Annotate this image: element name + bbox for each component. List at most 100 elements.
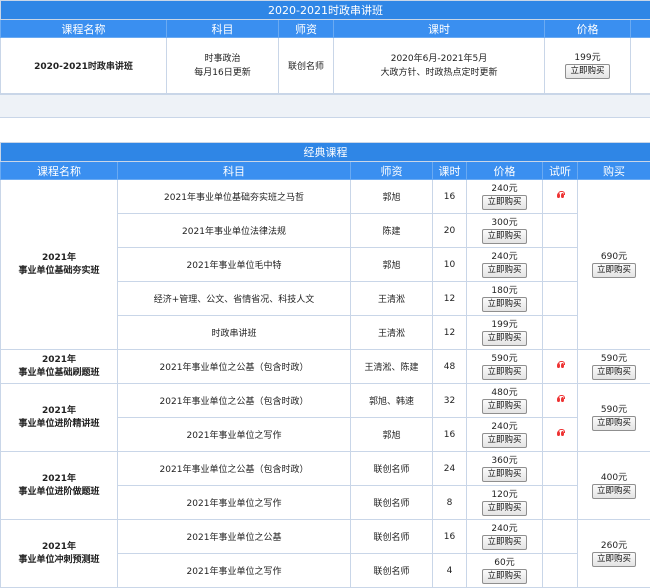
table-row: 2021年事业单位进阶精讲班2021年事业单位之公基（包含时政）郭旭、韩速324…	[1, 384, 650, 418]
buy-now-button[interactable]: 立即购买	[482, 365, 526, 380]
col-header-trial: 试听	[543, 162, 578, 180]
headphones-icon[interactable]	[557, 363, 564, 369]
course-subject: 时政串讲班	[118, 316, 351, 350]
col-header-blank	[631, 20, 650, 38]
buy-package-button[interactable]: 立即购买	[592, 484, 636, 499]
buy-now-button[interactable]: 立即购买	[482, 569, 526, 584]
course-subject: 2021年事业单位之公基（包含时政）	[118, 384, 351, 418]
buy-now-button[interactable]: 立即购买	[482, 229, 526, 244]
course-hours: 2020年6月-2021年5月 大政方针、时政热点定时更新	[334, 38, 545, 94]
buy-now-button[interactable]: 立即购买	[482, 501, 526, 516]
headphones-icon[interactable]	[557, 397, 564, 403]
headphones-icon[interactable]	[557, 431, 564, 437]
course-price-cell: 240元立即购买	[467, 520, 543, 554]
course-name-line: 2021年	[1, 354, 117, 367]
package-price: 590元	[578, 404, 650, 416]
course-hours: 16	[433, 520, 467, 554]
col-header-subject: 科目	[118, 162, 351, 180]
table-row: 2021年事业单位基础刷题班2021年事业单位之公基（包含时政）王清淞、陈建48…	[1, 350, 650, 384]
course-price: 590元	[467, 353, 542, 365]
course-name: 2021年事业单位进阶精讲班	[1, 384, 118, 452]
classic-section-title: 经典课程	[1, 143, 650, 162]
course-hours: 12	[433, 282, 467, 316]
course-name-line: 2021年	[1, 405, 117, 418]
course-price-cell: 240元立即购买	[467, 248, 543, 282]
current-course-title: 2020-2021时政串讲班	[1, 1, 650, 20]
package-price-cell: 260元立即购买	[578, 520, 650, 588]
blank-cell	[631, 38, 650, 94]
course-teacher: 郭旭、韩速	[351, 384, 433, 418]
course-subject: 2021年事业单位之公基	[118, 520, 351, 554]
buy-now-button[interactable]: 立即购买	[482, 263, 526, 278]
course-subject: 2021年事业单位法律法规	[118, 214, 351, 248]
buy-package-button[interactable]: 立即购买	[592, 416, 636, 431]
course-teacher: 联创名师	[351, 554, 433, 588]
course-price-cell: 60元立即购买	[467, 554, 543, 588]
hours-line: 2020年6月-2021年5月	[334, 52, 544, 66]
col-header-buy: 购买	[578, 162, 650, 180]
course-teacher: 联创名师	[351, 452, 433, 486]
buy-now-button[interactable]: 立即购买	[482, 535, 526, 550]
buy-now-button[interactable]: 立即购买	[482, 433, 526, 448]
course-hours: 10	[433, 248, 467, 282]
course-teacher: 联创名师	[351, 486, 433, 520]
classic-course-table: 经典课程 课程名称 科目 师资 课时 价格 试听 购买 2021年事业单位基础夯…	[0, 142, 650, 588]
buy-now-button[interactable]: 立即购买	[482, 297, 526, 312]
col-header-course-name: 课程名称	[1, 162, 118, 180]
package-price: 400元	[578, 472, 650, 484]
package-price-cell: 590元立即购买	[578, 384, 650, 452]
course-subject: 2021年事业单位之写作	[118, 486, 351, 520]
course-teacher: 郭旭	[351, 180, 433, 214]
course-name: 2021年事业单位基础夯实班	[1, 180, 118, 350]
buy-now-button[interactable]: 立即购买	[482, 331, 526, 346]
course-price: 120元	[467, 489, 542, 501]
course-name: 2020-2021时政串讲班	[1, 38, 167, 94]
buy-package-button[interactable]: 立即购买	[592, 552, 636, 567]
course-hours: 48	[433, 350, 467, 384]
course-price-cell: 199元立即购买	[467, 316, 543, 350]
trial-cell	[543, 554, 578, 588]
trial-cell[interactable]	[543, 180, 578, 214]
course-subject: 2021年事业单位毛中特	[118, 248, 351, 282]
trial-cell	[543, 452, 578, 486]
course-hours: 16	[433, 180, 467, 214]
course-name-line: 事业单位基础刷题班	[1, 367, 117, 380]
buy-now-button[interactable]: 立即购买	[482, 467, 526, 482]
trial-cell[interactable]	[543, 384, 578, 418]
course-price-cell: 199元 立即购买	[545, 38, 631, 94]
course-subject: 2021年事业单位之写作	[118, 554, 351, 588]
course-hours: 16	[433, 418, 467, 452]
buy-now-button[interactable]: 立即购买	[565, 64, 609, 79]
trial-cell	[543, 486, 578, 520]
course-subject: 2021年事业单位基础夯实班之马哲	[118, 180, 351, 214]
course-hours: 12	[433, 316, 467, 350]
course-teacher: 联创名师	[279, 38, 334, 94]
headphones-icon[interactable]	[557, 193, 564, 199]
trial-cell[interactable]	[543, 418, 578, 452]
subject-line: 时事政治	[167, 52, 278, 66]
buy-package-button[interactable]: 立即购买	[592, 365, 636, 380]
course-price-cell: 480元立即购买	[467, 384, 543, 418]
table-row: 2021年事业单位进阶做题班2021年事业单位之公基（包含时政）联创名师2436…	[1, 452, 650, 486]
buy-package-button[interactable]: 立即购买	[592, 263, 636, 278]
course-teacher: 王清淞、陈建	[351, 350, 433, 384]
course-teacher: 联创名师	[351, 520, 433, 554]
course-subject: 2021年事业单位之公基（包含时政）	[118, 452, 351, 486]
course-page: 2020-2021时政串讲班 课程名称 科目 师资 课时 价格 2020-202…	[0, 0, 650, 575]
course-price-cell: 360元立即购买	[467, 452, 543, 486]
course-price: 60元	[467, 557, 542, 569]
col-header-subject: 科目	[167, 20, 279, 38]
buy-now-button[interactable]: 立即购买	[482, 399, 526, 414]
course-price: 199元	[545, 52, 630, 64]
table-row: 2021年事业单位冲刺预测班2021年事业单位之公基联创名师16240元立即购买…	[1, 520, 650, 554]
course-hours: 8	[433, 486, 467, 520]
col-header-teacher: 师资	[279, 20, 334, 38]
course-price: 300元	[467, 217, 542, 229]
trial-cell	[543, 520, 578, 554]
col-header-price: 价格	[467, 162, 543, 180]
buy-now-button[interactable]: 立即购买	[482, 195, 526, 210]
course-hours: 24	[433, 452, 467, 486]
trial-cell[interactable]	[543, 350, 578, 384]
course-name-line: 事业单位进阶精讲班	[1, 418, 117, 431]
course-name: 2021年事业单位基础刷题班	[1, 350, 118, 384]
